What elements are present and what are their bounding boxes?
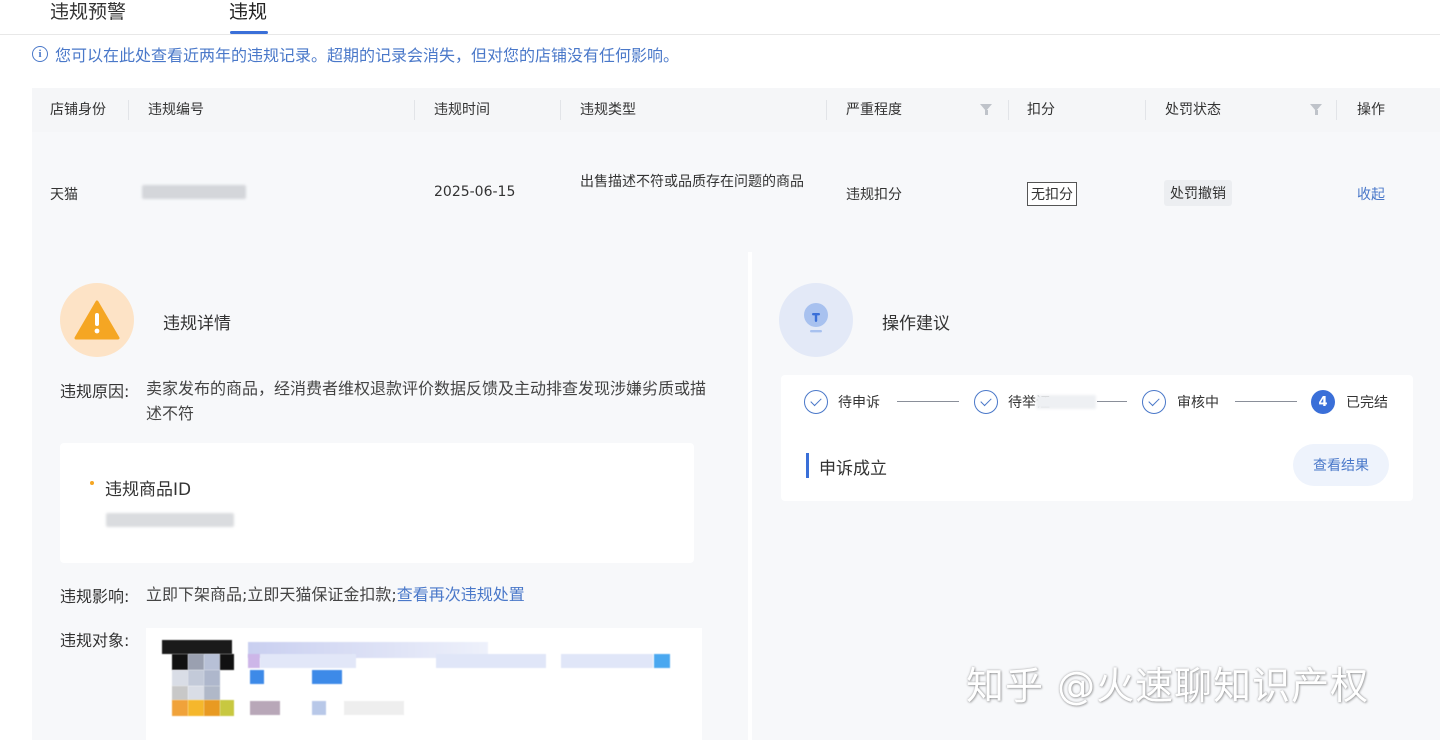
header-action: 操作	[1357, 102, 1385, 118]
bullet-dot	[90, 481, 94, 485]
impact-description: 立即下架商品;立即天猫保证金扣款;	[146, 585, 397, 604]
collapse-link[interactable]: 收起	[1357, 184, 1385, 204]
warning-icon	[60, 283, 134, 357]
redacted-pixel	[312, 670, 342, 684]
redacted-pixel	[654, 654, 670, 668]
violation-detail-title: 违规详情	[163, 314, 231, 334]
step-connector	[897, 401, 959, 402]
step-label: 待申诉	[838, 395, 880, 411]
check-icon	[974, 390, 998, 414]
redacted-text	[260, 654, 356, 668]
product-id-card: 违规商品ID	[60, 443, 694, 563]
lightbulb-icon	[779, 283, 853, 357]
zhihu-watermark: 知乎 @火速聊知识产权	[966, 664, 1370, 708]
active-tab-indicator	[230, 31, 268, 34]
header-separator	[826, 100, 827, 120]
redacted-pixel	[188, 686, 204, 700]
redacted-pixel	[220, 654, 234, 670]
redacted-pixel	[312, 701, 326, 715]
header-penalty-status: 处罚状态	[1165, 102, 1221, 118]
table-header: 店铺身份 违规编号 违规时间 违规类型 严重程度 扣分 处罚状态 操作	[32, 88, 1440, 132]
operation-advice-title: 操作建议	[882, 314, 950, 334]
redacted-pixel	[204, 700, 220, 716]
header-separator	[1008, 100, 1009, 120]
deduction-badge: 无扣分	[1027, 182, 1077, 206]
product-thumbnail-banner	[162, 640, 232, 654]
header-separator	[1145, 100, 1146, 120]
redacted-pixel	[172, 654, 188, 670]
redacted-pixel	[188, 700, 204, 716]
cell-severity: 违规扣分	[846, 187, 902, 203]
view-repeat-violation-link[interactable]: 查看再次违规处置	[397, 585, 525, 604]
header-separator	[560, 100, 561, 120]
table-row: 天猫 2025-06-15 出售描述不符或品质存在问题的商品 违规扣分 无扣分 …	[32, 132, 1440, 252]
impact-text: 立即下架商品;立即天猫保证金扣款;查看再次违规处置	[146, 582, 525, 607]
filter-icon[interactable]	[1310, 104, 1322, 115]
redacted-pixel	[172, 670, 188, 686]
header-violation-time: 违规时间	[434, 102, 490, 118]
result-accent-bar	[806, 453, 809, 478]
cell-violation-type: 出售描述不符或品质存在问题的商品	[580, 174, 804, 190]
redacted-pixel	[172, 686, 188, 700]
redacted-text	[436, 654, 546, 668]
header-separator	[1336, 100, 1337, 120]
redacted-pixel	[188, 670, 204, 686]
redacted-pixel	[204, 670, 220, 686]
check-icon	[804, 390, 828, 414]
filter-icon[interactable]	[980, 104, 992, 115]
view-result-button[interactable]: 查看结果	[1293, 444, 1389, 486]
redacted-pixel	[250, 670, 264, 684]
check-icon	[1142, 390, 1166, 414]
appeal-result-text: 申诉成立	[819, 459, 887, 479]
cell-shop-identity: 天猫	[50, 187, 78, 203]
header-violation-type: 违规类型	[580, 102, 636, 118]
header-separator	[128, 100, 129, 120]
object-label: 违规对象:	[60, 631, 130, 650]
redacted-pixel	[204, 654, 220, 670]
tab-violation[interactable]: 违规	[229, 0, 267, 24]
violation-object-card	[146, 628, 702, 740]
impact-label: 违规影响:	[60, 587, 130, 606]
redacted-text	[344, 701, 404, 715]
penalty-status-badge: 处罚撤销	[1164, 180, 1232, 206]
redacted-violation-id	[142, 185, 246, 199]
header-shop-identity: 店铺身份	[50, 102, 106, 118]
header-deduction: 扣分	[1027, 102, 1055, 118]
notice-text: 您可以在此处查看近两年的违规记录。超期的记录会消失，但对您的店铺没有任何影响。	[55, 46, 680, 65]
step-label: 已完结	[1346, 395, 1388, 411]
step-label: 审核中	[1177, 395, 1219, 411]
header-separator	[414, 100, 415, 120]
step-connector	[1097, 401, 1127, 402]
cell-violation-time: 2025-06-15	[434, 184, 516, 200]
reason-text: 卖家发布的商品，经消费者维权退款评价数据反馈及主动排查发现涉嫌劣质或描述不符	[146, 379, 707, 423]
redacted-pixel	[204, 686, 220, 700]
redacted-pixel	[188, 654, 204, 670]
redacted-pixel	[220, 700, 234, 716]
step-number-badge: 4	[1311, 390, 1335, 414]
info-notice: i 您可以在此处查看近两年的违规记录。超期的记录会消失，但对您的店铺没有任何影响…	[32, 42, 679, 66]
product-id-label: 违规商品ID	[105, 480, 192, 500]
tab-bar: 违规预警 违规	[0, 0, 1440, 35]
redacted-pixel	[248, 654, 260, 668]
redacted-pixel	[250, 701, 280, 715]
redacted-step-text	[1036, 395, 1096, 409]
redacted-text	[561, 654, 653, 668]
header-severity: 严重程度	[846, 102, 902, 118]
redacted-pixel	[172, 700, 188, 716]
reason-label: 违规原因:	[60, 382, 130, 401]
header-violation-id: 违规编号	[148, 102, 204, 118]
info-icon: i	[32, 46, 48, 62]
redacted-product-id	[106, 513, 234, 527]
step-connector	[1235, 401, 1297, 402]
tab-violation-warning[interactable]: 违规预警	[50, 0, 126, 24]
